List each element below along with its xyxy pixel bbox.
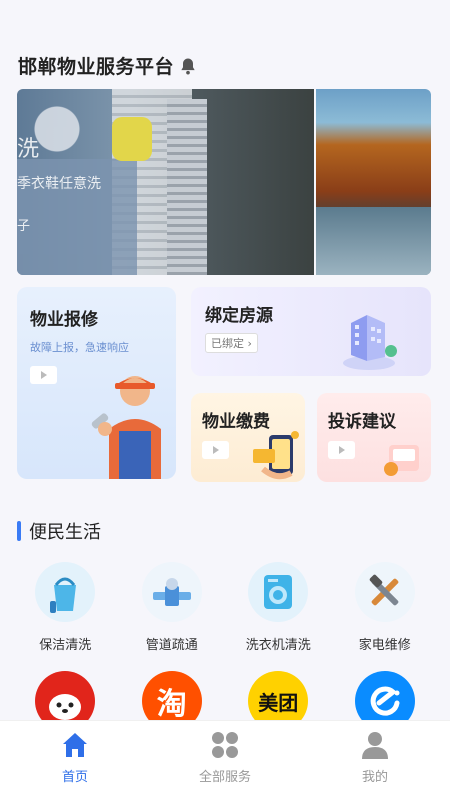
pipe-icon <box>141 562 202 622</box>
bell-icon[interactable] <box>178 56 198 76</box>
banner-door-image <box>167 99 207 275</box>
service-label: 洗衣机清洗 <box>245 638 311 653</box>
banner-glove-image <box>112 117 152 161</box>
complaint-card-title: 投诉建议 <box>328 412 396 432</box>
banner-text-line3: 子 <box>17 219 31 234</box>
building-illustration <box>343 315 397 370</box>
bound-status-label: 已绑定 <box>211 337 244 350</box>
tab-home[interactable]: 首页 <box>15 721 135 800</box>
tab-all-services[interactable]: 全部服务 <box>165 721 285 800</box>
tab-label: 全部服务 <box>198 770 251 785</box>
service-appliance-repair[interactable]: 家电维修 <box>335 562 435 653</box>
repair-card-subtitle: 故障上报，急速响应 <box>30 341 129 354</box>
banner-text-line1: 洗 <box>17 137 40 162</box>
user-icon <box>362 732 388 759</box>
meituan-logo-text: 美团 <box>258 690 299 715</box>
banner-slide-laundry[interactable]: 洗 季衣鞋任意洗 子 <box>17 89 314 275</box>
service-label: 家电维修 <box>358 638 411 653</box>
service-label: 管道疏通 <box>145 638 198 653</box>
bound-status-tag[interactable]: 已绑定 › <box>205 333 258 353</box>
tools-icon <box>354 562 415 622</box>
service-pipe[interactable]: 管道疏通 <box>122 562 222 653</box>
tab-label: 首页 <box>61 770 88 785</box>
property-payment-card[interactable]: 物业缴费 <box>191 393 305 482</box>
bottom-tab-bar: 首页 全部服务 我的 <box>0 720 450 800</box>
page-title: 邯郸物业服务平台 <box>18 56 175 78</box>
banner-slide-lake[interactable] <box>315 89 431 275</box>
envelope-illustration <box>384 445 419 476</box>
bind-card-title: 绑定房源 <box>205 306 273 326</box>
bind-property-card[interactable]: 绑定房源 已绑定 › <box>191 287 431 376</box>
banner-text-line2: 季衣鞋任意洗 <box>17 176 101 192</box>
services-row: 保洁清洗 管道疏通 洗衣机清洗 家电维修 <box>0 562 450 653</box>
repair-card[interactable]: 物业报修 故障上报，急速响应 <box>17 287 176 479</box>
page-header: 邯郸物业服务平台 <box>18 52 198 79</box>
repair-card-title: 物业报修 <box>30 310 98 330</box>
section-accent-bar <box>17 521 21 541</box>
service-washer[interactable]: 洗衣机清洗 <box>228 562 328 653</box>
home-icon <box>63 733 87 757</box>
phone-payment-illustration <box>253 431 299 480</box>
cleaning-bucket-icon <box>35 562 96 622</box>
complaint-card[interactable]: 投诉建议 <box>317 393 431 482</box>
repairman-illustration <box>91 376 161 479</box>
grid-icon <box>212 732 238 758</box>
complaint-play-icon <box>328 441 355 459</box>
banner-carousel[interactable]: 洗 季衣鞋任意洗 子 <box>17 89 431 275</box>
taobao-logo-text: 淘 <box>156 687 187 722</box>
repair-play-icon <box>30 366 57 384</box>
service-cleaning[interactable]: 保洁清洗 <box>15 562 115 653</box>
payment-play-icon <box>202 441 229 459</box>
tab-label: 我的 <box>361 770 388 785</box>
convenience-section-header: 便民生活 <box>17 518 101 544</box>
section-title: 便民生活 <box>29 522 101 543</box>
service-label: 保洁清洗 <box>39 638 92 653</box>
tab-mine[interactable]: 我的 <box>315 721 435 800</box>
washing-machine-icon <box>248 562 309 622</box>
